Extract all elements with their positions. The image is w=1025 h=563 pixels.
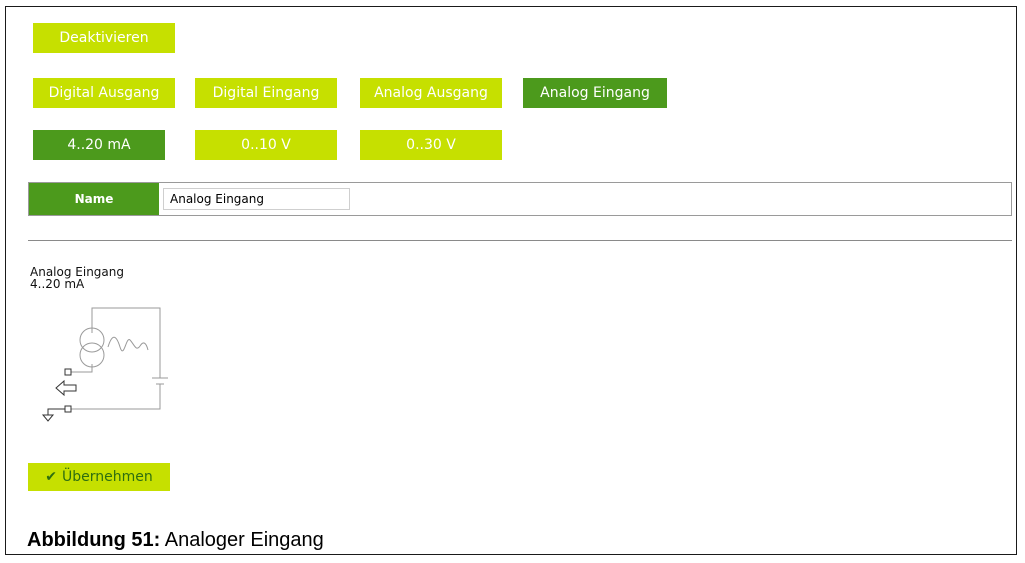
- name-label: Name: [29, 183, 159, 215]
- deactivate-button[interactable]: Deaktivieren: [33, 23, 175, 53]
- battery-icon: [152, 377, 168, 392]
- divider: [28, 240, 1012, 241]
- mode-digital-input-button[interactable]: Digital Eingang: [195, 78, 337, 108]
- left-wire: [68, 364, 93, 373]
- checkmark-icon: ✔: [45, 469, 57, 485]
- terminal-bottom: [64, 405, 72, 413]
- preview-subtitle: 4..20 mA: [30, 277, 85, 291]
- mode-analog-output-button[interactable]: Analog Ausgang: [360, 78, 502, 108]
- ground-icon: [41, 408, 65, 422]
- name-input[interactable]: [163, 188, 350, 210]
- apply-button-label: Übernehmen: [61, 469, 153, 485]
- current-source-icon: [79, 327, 105, 368]
- range-4-20ma-button[interactable]: 4..20 mA: [33, 130, 165, 160]
- name-row: Name: [28, 182, 1012, 216]
- terminal-top: [64, 368, 72, 376]
- input-arrow-icon: [55, 379, 77, 397]
- mode-digital-output-button[interactable]: Digital Ausgang: [33, 78, 175, 108]
- figure-caption: Abbildung 51: Analoger Eingang: [27, 529, 324, 552]
- circuit-diagram: [41, 307, 168, 422]
- range-0-10v-button[interactable]: 0..10 V: [195, 130, 337, 160]
- apply-button[interactable]: ✔ Übernehmen: [28, 463, 170, 491]
- range-0-30v-button[interactable]: 0..30 V: [360, 130, 502, 160]
- sine-wave-icon: [107, 336, 149, 352]
- figure-title: Analoger Eingang: [164, 529, 324, 551]
- mode-analog-input-button[interactable]: Analog Eingang: [523, 78, 667, 108]
- figure-number: Abbildung 51:: [27, 529, 161, 551]
- bottom-wire: [68, 392, 161, 410]
